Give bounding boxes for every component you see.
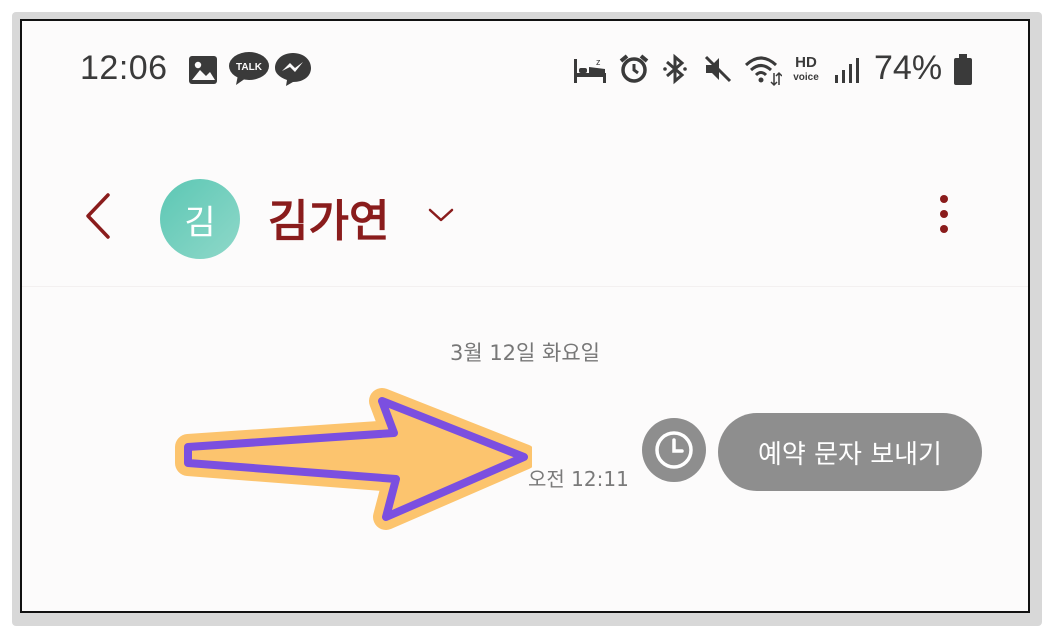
voice-label: voice (793, 72, 819, 83)
back-button[interactable] (80, 191, 120, 241)
phone-screen: 12:06 TALK z HD voice 74% 김 김가연 3월 12일 화… (20, 19, 1030, 613)
kakaotalk-label: TALK (236, 62, 263, 73)
wifi-icon (744, 56, 782, 87)
hd-voice-icon: HD voice (793, 54, 819, 83)
message-time: 오전 12:11 (528, 467, 629, 491)
date-divider: 3월 12일 화요일 (449, 341, 601, 365)
scheduled-message-bubble[interactable]: 예약 문자 보내기 (718, 413, 982, 491)
mute-icon (704, 55, 732, 83)
messenger-icon (275, 53, 311, 86)
contact-dropdown-button[interactable] (426, 203, 456, 227)
battery-percentage: 74% (874, 49, 943, 87)
signal-icon (835, 58, 859, 83)
svg-text:z: z (596, 57, 601, 67)
sleep-mode-icon: z (574, 57, 606, 83)
status-time: 12:06 (80, 49, 168, 87)
hd-label: HD (795, 54, 817, 71)
alarm-icon (619, 54, 649, 83)
bluetooth-icon (663, 53, 687, 85)
clock-icon (655, 431, 693, 469)
more-options-button[interactable] (934, 191, 954, 237)
gallery-icon (189, 56, 217, 84)
more-vertical-icon (940, 195, 948, 233)
status-bar: 12:06 TALK z HD voice 74% (22, 21, 1028, 121)
contact-name[interactable]: 김가연 (268, 185, 389, 249)
kakaotalk-icon: TALK (229, 52, 269, 85)
annotation-arrow (175, 388, 532, 530)
chevron-left-icon (86, 193, 110, 239)
chevron-down-icon (428, 208, 454, 222)
scheduled-time-button[interactable] (642, 418, 706, 482)
contact-avatar[interactable]: 김 (160, 179, 240, 259)
battery-icon (954, 54, 972, 85)
header-divider (22, 286, 1028, 287)
